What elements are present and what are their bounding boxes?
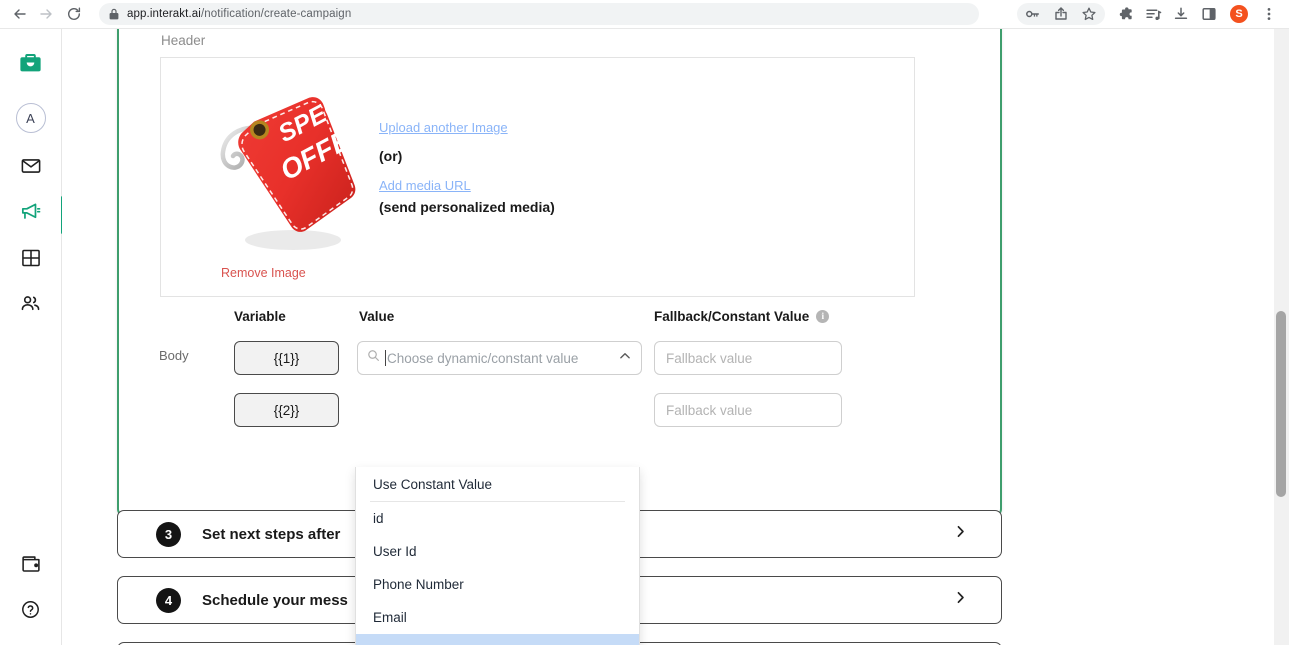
envelope-icon	[20, 155, 42, 182]
value-dropdown-menu[interactable]: Use Constant Value id User Id Phone Numb…	[355, 467, 640, 645]
chevron-right-icon[interactable]	[953, 524, 968, 544]
value-placeholder-1: Choose dynamic/constant value	[387, 350, 579, 366]
extensions-icon[interactable]	[1111, 2, 1139, 26]
kebab-menu-icon[interactable]	[1255, 2, 1283, 26]
dropdown-option-phone-number[interactable]: Phone Number	[356, 568, 639, 601]
star-icon[interactable]	[1075, 2, 1103, 26]
upload-another-image-link[interactable]: Upload another Image	[379, 120, 799, 135]
column-header-fallback: Fallback/Constant Value i	[654, 309, 830, 324]
text-caret	[385, 350, 386, 366]
share-icon[interactable]	[1047, 2, 1075, 26]
page-content: Header SPECIAL OFFER Remove Image Upload…	[62, 29, 1289, 645]
step3-title-text: Set next steps after	[202, 525, 341, 543]
dropdown-option-use-constant-value[interactable]: Use Constant Value	[356, 467, 639, 501]
step2-card: Header SPECIAL OFFER Remove Image Upload…	[117, 29, 1002, 517]
chevron-right-icon[interactable]	[953, 590, 968, 610]
people-icon	[19, 292, 42, 320]
page-scrollbar[interactable]	[1274, 29, 1289, 645]
address-bar[interactable]: app.interakt.ai/notification/create-camp…	[99, 3, 979, 25]
sidebar-item-account[interactable]: A	[10, 95, 52, 141]
personalized-media-note: (send personalized media)	[379, 199, 555, 215]
sidebar-item-contacts[interactable]	[10, 283, 52, 329]
sidebar-item-catalog[interactable]	[10, 237, 52, 283]
url-text: app.interakt.ai/notification/create-camp…	[127, 8, 351, 20]
value-search-input-1[interactable]: Choose dynamic/constant value	[357, 341, 642, 375]
column-header-value: Value	[359, 309, 395, 324]
dropdown-option-user-id[interactable]: User Id	[356, 535, 639, 568]
or-separator-text: (or)	[379, 148, 403, 164]
variable-pill-1[interactable]: {{1}}	[234, 341, 339, 375]
profile-avatar[interactable]: S	[1230, 5, 1248, 23]
sidebar-item-logo[interactable]	[10, 43, 52, 89]
sidepanel-icon[interactable]	[1195, 2, 1223, 26]
info-icon[interactable]: i	[816, 310, 830, 323]
grid-icon	[20, 247, 42, 274]
media-actions: Upload another Image (or) Add media URL …	[379, 120, 799, 215]
step3-title: Set next steps after	[202, 526, 340, 543]
fallback-input-2[interactable]: Fallback value	[654, 393, 842, 427]
offer-tag-image: SPECIAL OFFER	[201, 72, 383, 260]
chevron-up-icon[interactable]	[618, 349, 632, 368]
sidebar-item-campaigns[interactable]	[10, 191, 52, 237]
lock-icon	[109, 8, 119, 20]
wallet-icon	[20, 553, 42, 580]
fallback-placeholder-1: Fallback value	[666, 350, 753, 366]
header-section-label: Header	[161, 33, 206, 48]
avatar-letter: A	[26, 110, 35, 126]
sidebar-item-inbox[interactable]	[10, 145, 52, 191]
app-sidebar: A	[0, 29, 62, 645]
omnibox-action-group	[1017, 3, 1105, 25]
page-scrollbar-thumb[interactable]	[1276, 311, 1286, 497]
dropdown-option-name[interactable]: Name	[356, 634, 639, 645]
column-header-fallback-label: Fallback/Constant Value	[654, 309, 810, 324]
add-media-url-link[interactable]: Add media URL	[379, 178, 799, 193]
download-icon[interactable]	[1167, 2, 1195, 26]
forward-button[interactable]	[33, 1, 59, 27]
variable-pill-2[interactable]: {{2}}	[234, 393, 339, 427]
column-header-variable: Variable	[234, 309, 286, 324]
remove-image-link[interactable]: Remove Image	[221, 266, 306, 280]
reload-button[interactable]	[61, 1, 87, 27]
sidebar-item-help[interactable]	[10, 589, 52, 635]
browser-toolbar: app.interakt.ai/notification/create-camp…	[0, 0, 1289, 29]
fallback-placeholder-2: Fallback value	[666, 402, 753, 418]
url-domain: app.interakt.ai	[127, 8, 201, 20]
media-list-icon[interactable]	[1139, 2, 1167, 26]
dropdown-option-id[interactable]: id	[356, 502, 639, 535]
media-upload-box: SPECIAL OFFER Remove Image Upload anothe…	[160, 57, 915, 297]
avatar-a-icon: A	[15, 103, 46, 133]
step-badge: 4	[156, 587, 181, 613]
table-row: {{2}} Fallback value	[119, 393, 1000, 429]
fallback-input-1[interactable]: Fallback value	[654, 341, 842, 375]
megaphone-icon	[19, 200, 42, 228]
step4-title: Schedule your mess	[202, 591, 348, 609]
sidebar-item-wallet[interactable]	[10, 543, 52, 589]
url-path: /notification/create-campaign	[200, 8, 352, 20]
step-badge: 3	[156, 521, 181, 547]
table-row: {{1}} Choose dynamic/constant value Fall…	[119, 341, 1000, 377]
browser-action-icons: S	[1017, 2, 1283, 26]
search-icon	[367, 349, 380, 367]
back-button[interactable]	[7, 1, 33, 27]
key-icon[interactable]	[1019, 2, 1047, 26]
sidebar-bottom-group	[10, 543, 52, 645]
briefcase-icon	[17, 50, 44, 82]
help-circle-icon	[20, 599, 41, 625]
dropdown-option-email[interactable]: Email	[356, 601, 639, 634]
